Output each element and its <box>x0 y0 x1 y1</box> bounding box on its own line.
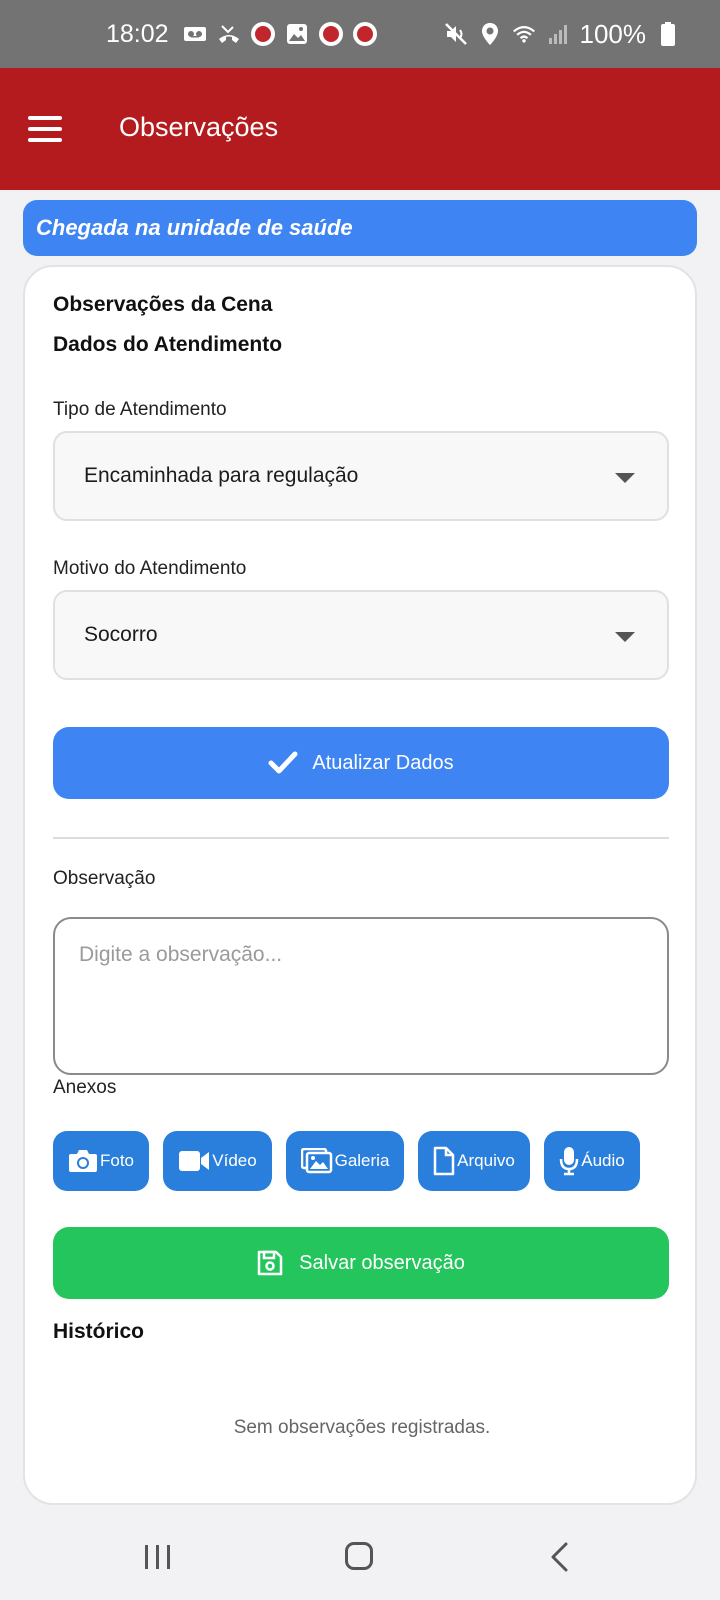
attachments-row: Foto Vídeo Galeria Arquivo Áudio <box>53 1131 640 1191</box>
motivo-select[interactable]: Socorro <box>53 590 669 680</box>
video-attach-button[interactable]: Vídeo <box>163 1131 272 1191</box>
tipo-label: Tipo de Atendimento <box>53 399 227 420</box>
page-title: Observações <box>119 112 279 142</box>
system-navigation-bar <box>0 1515 720 1600</box>
recents-icon[interactable] <box>145 1543 173 1571</box>
motivo-label: Motivo do Atendimento <box>53 558 247 579</box>
observacao-label: Observação <box>53 868 156 889</box>
historico-heading: Histórico <box>53 1320 145 1343</box>
back-icon[interactable] <box>548 1541 572 1573</box>
app-bar: Observações <box>0 68 720 190</box>
gallery-label: Galeria <box>334 1151 390 1170</box>
gallery-icon <box>300 1148 332 1174</box>
battery-percentage: 100% <box>579 18 647 49</box>
signal-icon <box>546 22 570 46</box>
status-bar-right: 100% <box>444 0 681 68</box>
update-data-button[interactable]: Atualizar Dados <box>53 727 669 799</box>
checkmark-icon <box>268 751 298 774</box>
divider <box>53 837 669 839</box>
voicemail-icon <box>183 22 207 46</box>
missed-call-icon <box>217 22 241 46</box>
app-badge-icon <box>352 22 377 46</box>
audio-attach-button[interactable]: Áudio <box>544 1131 640 1191</box>
photo-label: Foto <box>99 1151 135 1170</box>
battery-icon <box>656 22 680 46</box>
camera-icon <box>68 1150 97 1172</box>
data-heading: Dados do Atendimento <box>53 333 283 356</box>
status-bar: 18:02 100% <box>0 0 720 68</box>
dropdown-caret-icon <box>615 473 635 483</box>
floppy-disk-icon <box>257 1250 283 1276</box>
scene-heading: Observações da Cena <box>53 293 273 316</box>
observacao-input[interactable]: Digite a observação... <box>53 917 669 1075</box>
anexos-label: Anexos <box>53 1077 117 1098</box>
status-banner: Chegada na unidade de saúde <box>23 200 697 256</box>
app-badge-icon <box>250 22 275 46</box>
file-label: Arquivo <box>457 1151 515 1170</box>
update-data-label: Atualizar Dados <box>312 751 454 774</box>
wifi-icon <box>512 22 536 46</box>
dropdown-caret-icon <box>615 632 635 642</box>
video-label: Vídeo <box>212 1151 257 1170</box>
status-bar-left: 18:02 <box>106 0 377 68</box>
app-badge-icon <box>318 22 343 46</box>
motivo-value: Socorro <box>84 623 158 646</box>
save-observation-label: Salvar observação <box>299 1251 465 1274</box>
image-icon <box>285 22 309 46</box>
file-attach-button[interactable]: Arquivo <box>418 1131 530 1191</box>
hamburger-menu-icon[interactable] <box>28 116 62 142</box>
status-time: 18:02 <box>106 19 169 48</box>
location-icon <box>478 22 502 46</box>
audio-label: Áudio <box>581 1151 625 1170</box>
tipo-select[interactable]: Encaminhada para regulação <box>53 431 669 521</box>
file-icon <box>433 1146 455 1176</box>
save-observation-button[interactable]: Salvar observação <box>53 1227 669 1299</box>
tipo-value: Encaminhada para regulação <box>84 464 359 487</box>
microphone-icon <box>560 1147 579 1176</box>
observations-card: Observações da Cena Dados do Atendimento… <box>23 265 697 1505</box>
video-icon <box>179 1151 210 1171</box>
history-empty-message: Sem observações registradas. <box>233 1417 491 1438</box>
photo-attach-button[interactable]: Foto <box>53 1131 149 1191</box>
mute-icon <box>444 22 468 46</box>
gallery-attach-button[interactable]: Galeria <box>286 1131 404 1191</box>
home-icon[interactable] <box>345 1542 373 1570</box>
